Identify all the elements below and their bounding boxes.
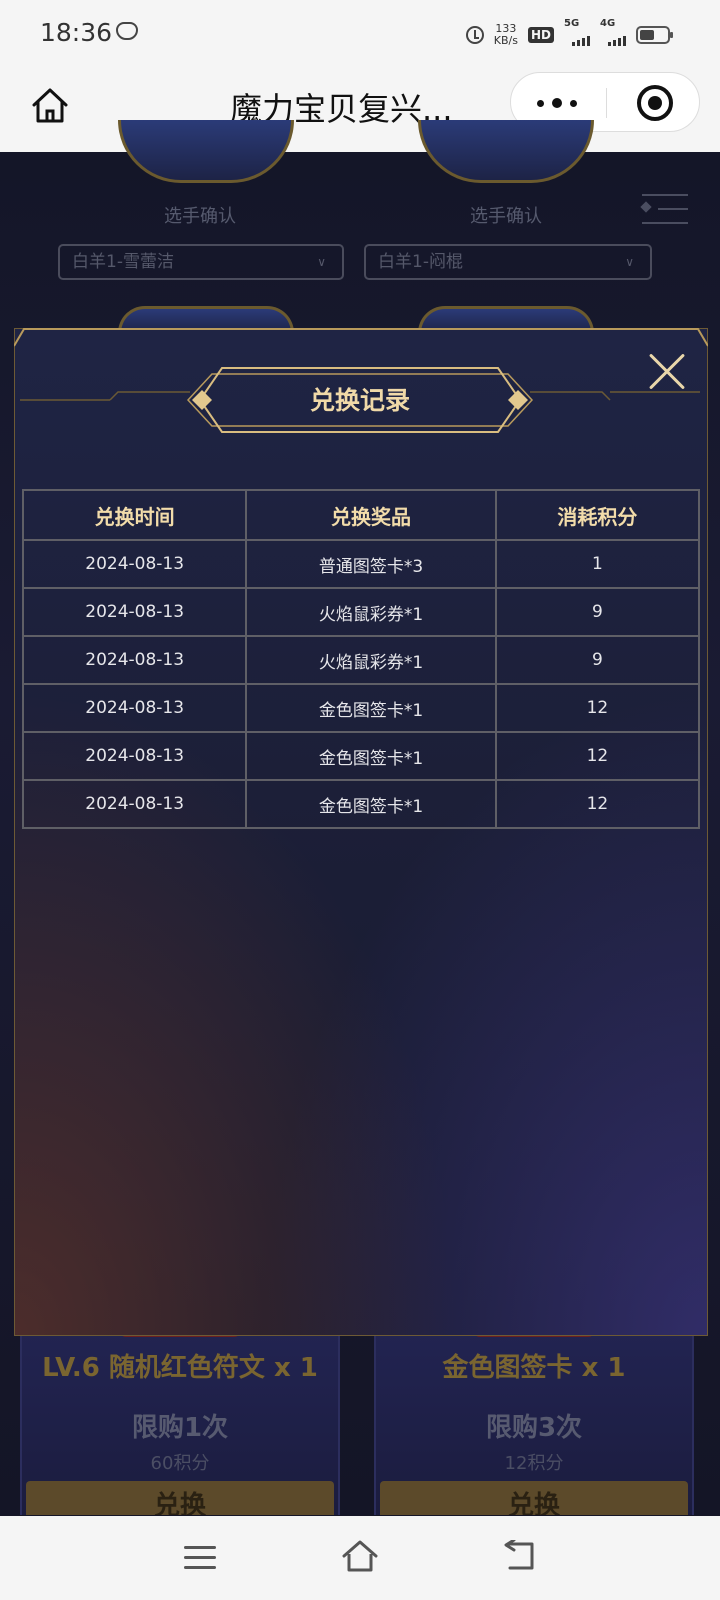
cell-time: 2024-08-13 (21, 587, 248, 637)
signal-4g-icon: 4G (600, 18, 626, 46)
exchange-button[interactable]: 兑换 (26, 1481, 334, 1515)
cell-prize: 普通图签卡*3 (245, 539, 497, 589)
reward-card-left: LV.6 随机红色符文 x 1 限购1次 60积分 兑换 (20, 1325, 340, 1515)
reward-card-limit: 限购3次 (485, 1413, 583, 1443)
cell-points: 12 (494, 779, 701, 829)
table-row: 2024-08-13 金色图签卡*1 12 (21, 683, 701, 733)
column-header-points: 消耗积分 (494, 489, 701, 541)
reward-card-limit: 限购1次 (131, 1413, 229, 1443)
cell-time: 2024-08-13 (21, 635, 248, 685)
cell-prize: 火焰鼠彩券*1 (245, 587, 497, 637)
table-row: 2024-08-13 火焰鼠彩券*1 9 (21, 587, 701, 637)
player-select-left[interactable]: 白羊1-雪蕾洁 ∨ (58, 244, 344, 280)
modal-title: 兑换记录 (309, 386, 410, 415)
cell-time: 2024-08-13 (21, 779, 248, 829)
signal-5g-label: 5G (564, 18, 580, 29)
home-icon[interactable] (28, 84, 72, 128)
nav-bar: 魔力宝贝复兴... (0, 68, 720, 152)
exchange-record-modal (14, 328, 708, 1336)
sys-back-icon[interactable] (502, 1540, 536, 1572)
cell-time: 2024-08-13 (21, 683, 248, 733)
table-row: 2024-08-13 金色图签卡*1 12 (21, 779, 701, 829)
cell-prize: 金色图签卡*1 (245, 731, 497, 781)
cell-points: 12 (494, 731, 701, 781)
cell-points: 9 (494, 635, 701, 685)
sys-home-icon[interactable] (340, 1538, 380, 1574)
cell-prize: 金色图签卡*1 (245, 779, 497, 829)
table-header-row: 兑换时间 兑换奖品 消耗积分 (21, 489, 701, 541)
cell-points: 1 (494, 539, 701, 589)
hd-icon: HD (527, 27, 554, 43)
status-bar: 18:36 133 KB/s HD 5G 4G (0, 0, 720, 68)
sys-menu-icon[interactable] (184, 1546, 216, 1570)
cell-time: 2024-08-13 (21, 539, 248, 589)
player-select-right-value: 白羊1-闷棍 (378, 252, 463, 272)
column-header-prize: 兑换奖品 (245, 489, 497, 541)
battery-icon (636, 26, 673, 44)
capsule-divider (606, 88, 607, 118)
cell-points: 9 (494, 587, 701, 637)
reward-card-points: 60积分 (150, 1453, 210, 1474)
chevron-down-icon: ∨ (625, 255, 634, 269)
more-icon[interactable] (537, 91, 587, 115)
table-row: 2024-08-13 金色图签卡*1 12 (21, 731, 701, 781)
menu-lines-icon[interactable] (640, 192, 688, 226)
alarm-icon (465, 26, 484, 44)
exchange-button[interactable]: 兑换 (380, 1481, 688, 1515)
reward-card-right: 金色图签卡 x 1 限购3次 12积分 兑换 (374, 1325, 694, 1515)
cell-time: 2024-08-13 (21, 731, 248, 781)
reward-card-title: LV.6 随机红色符文 x 1 (42, 1353, 318, 1383)
modal-top-border (14, 328, 708, 347)
net-speed-unit: KB/s (493, 34, 518, 47)
player-select-left-value: 白羊1-雪蕾洁 (72, 252, 174, 272)
reward-card-points: 12积分 (504, 1453, 564, 1474)
chevron-down-icon: ∨ (317, 255, 326, 269)
table-row: 2024-08-13 普通图签卡*3 1 (21, 539, 701, 589)
signal-5g-icon: 5G (564, 18, 590, 46)
net-speed: 133 KB/s (494, 23, 518, 47)
column-header-time: 兑换时间 (21, 489, 248, 541)
reward-card-title: 金色图签卡 x 1 (442, 1353, 626, 1383)
cell-prize: 火焰鼠彩券*1 (245, 635, 497, 685)
player-confirm-label-right: 选手确认 (470, 206, 542, 227)
target-icon[interactable] (637, 85, 673, 121)
player-confirm-label-left: 选手确认 (164, 206, 236, 227)
exchange-record-table: 兑换时间 兑换奖品 消耗积分 2024-08-13 普通图签卡*3 1 2024… (21, 489, 701, 829)
notification-cat-icon (116, 22, 138, 40)
cell-points: 12 (494, 683, 701, 733)
cell-prize: 金色图签卡*1 (245, 683, 497, 733)
status-time: 18:36 (40, 18, 113, 47)
player-select-right[interactable]: 白羊1-闷棍 ∨ (364, 244, 652, 280)
system-nav-bar (0, 1516, 720, 1600)
status-icons: 133 KB/s HD 5G 4G (465, 18, 673, 50)
signal-4g-label: 4G (600, 18, 616, 29)
table-row: 2024-08-13 火焰鼠彩券*1 9 (21, 635, 701, 685)
